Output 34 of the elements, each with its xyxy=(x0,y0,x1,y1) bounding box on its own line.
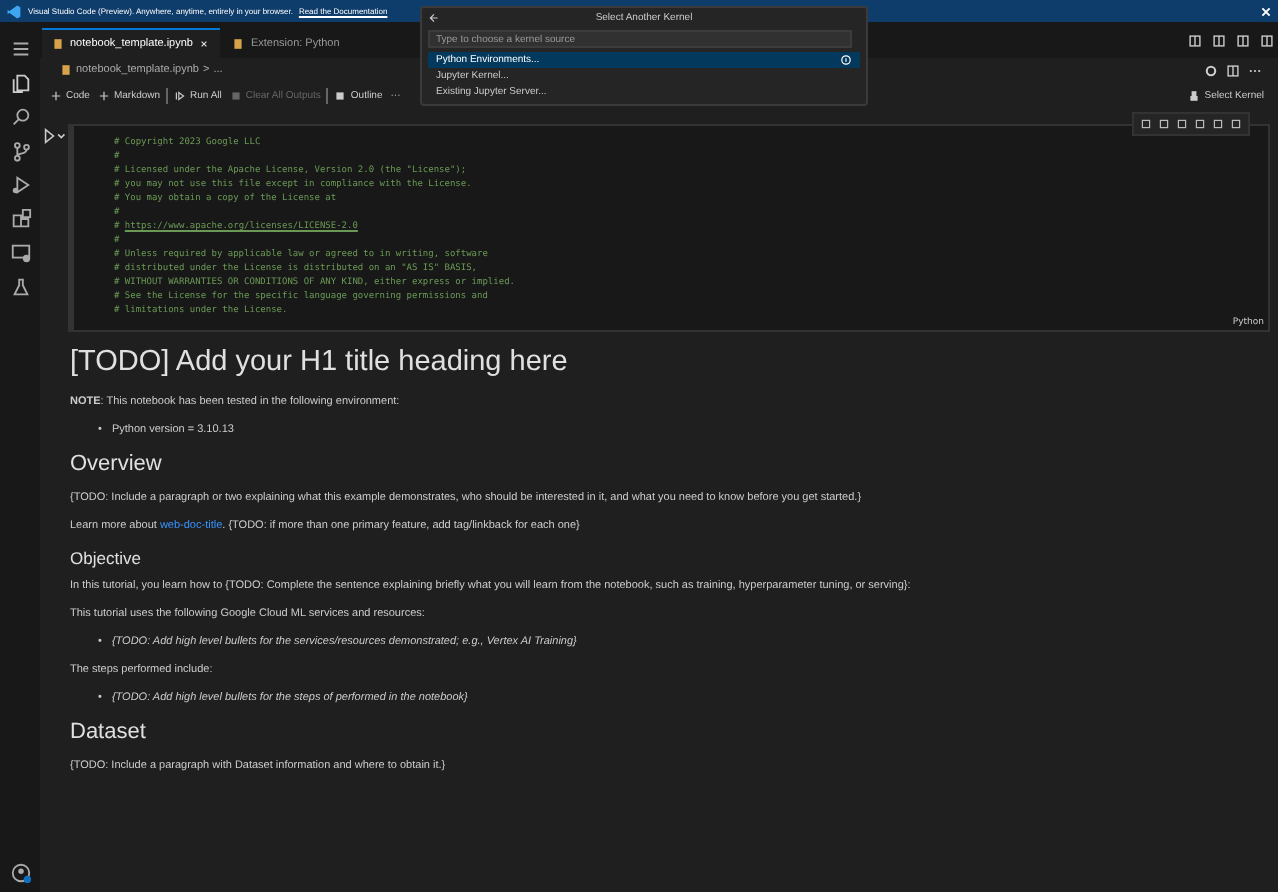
gear-icon[interactable] xyxy=(1204,63,1218,77)
layout-icon[interactable] xyxy=(1260,33,1274,47)
notebook-icon xyxy=(232,38,245,50)
run-cell-icon[interactable] xyxy=(44,128,66,144)
plus-icon xyxy=(50,89,62,101)
plus-icon xyxy=(97,89,110,101)
remote-explorer-icon[interactable] xyxy=(9,242,31,264)
code-cell[interactable] xyxy=(68,124,1270,332)
layout-icon[interactable] xyxy=(1188,33,1202,47)
account-icon[interactable] xyxy=(9,862,31,884)
heading: Dataset xyxy=(70,720,148,744)
outline-icon xyxy=(334,89,347,101)
close-icon[interactable] xyxy=(198,38,211,50)
layout-icon[interactable] xyxy=(1236,33,1250,47)
info-icon[interactable] xyxy=(840,54,852,66)
extensions-icon[interactable] xyxy=(9,208,31,230)
heading: Objective xyxy=(70,548,143,568)
back-arrow-icon[interactable] xyxy=(428,11,440,23)
layout-icon[interactable] xyxy=(1212,33,1226,47)
flask-icon[interactable] xyxy=(9,276,31,298)
branch-icon[interactable] xyxy=(9,140,31,162)
notebook-icon xyxy=(52,38,64,50)
person-icon xyxy=(1188,89,1201,101)
menu-icon[interactable] xyxy=(9,38,31,60)
heading: Overview xyxy=(70,452,164,476)
files-icon[interactable] xyxy=(9,72,31,94)
heading: [TODO] Add your H1 title heading here xyxy=(70,346,570,378)
split-editor-icon[interactable] xyxy=(1226,63,1240,77)
run-debug-icon[interactable] xyxy=(9,174,31,196)
search-icon[interactable] xyxy=(9,106,31,128)
code-logo-icon xyxy=(6,3,22,19)
clear-icon xyxy=(229,89,242,101)
notebook-icon xyxy=(60,64,72,76)
run-all-icon xyxy=(174,89,187,101)
